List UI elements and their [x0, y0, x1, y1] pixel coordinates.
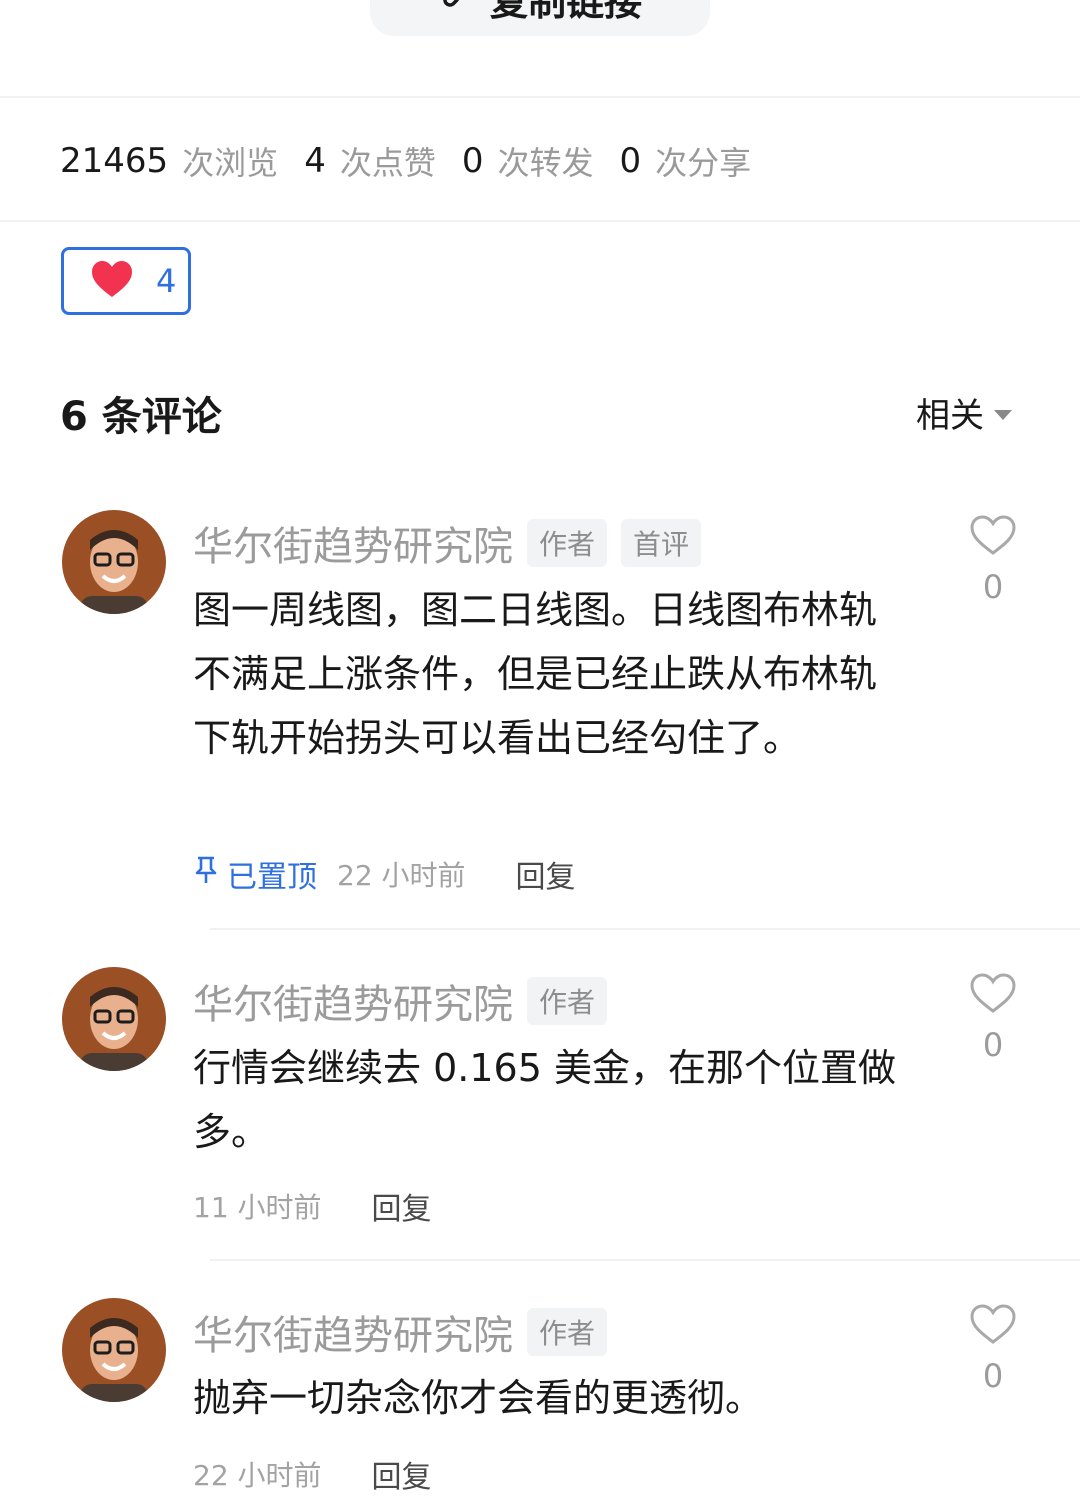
shares-count: 0 — [619, 141, 642, 181]
stats-bar: 21465 次浏览 4 次点赞 0 次转发 0 次分享 — [60, 136, 777, 186]
comment-meta: 11 小时前 回复 — [193, 1184, 432, 1228]
author-name[interactable]: 华尔街趋势研究院 — [193, 1303, 513, 1361]
first-comment-tag: 首评 — [621, 519, 702, 567]
comment-like-button[interactable]: 0 — [966, 972, 1020, 1064]
likes-count: 4 — [304, 141, 326, 181]
heart-outline-icon — [969, 1303, 1017, 1349]
comment-header: 华尔街趋势研究院 作者 首评 — [193, 514, 702, 572]
caret-down-icon — [994, 409, 1012, 420]
avatar[interactable] — [62, 510, 166, 614]
comment-time: 22 小时前 — [193, 1459, 322, 1492]
avatar[interactable] — [62, 967, 166, 1071]
comment-text: 行情会继续去 0.165 美金，在那个位置做多。 — [193, 1046, 896, 1154]
comment-header: 华尔街趋势研究院 作者 — [193, 1303, 608, 1361]
comment-divider — [210, 1259, 1080, 1261]
sort-label: 相关 — [916, 396, 984, 436]
sort-dropdown[interactable]: 相关 — [916, 388, 1012, 437]
comment-like-count: 0 — [982, 568, 1004, 606]
section-divider — [0, 220, 1080, 222]
comment-meta: 22 小时前 回复 — [193, 1452, 432, 1496]
comment-divider — [210, 928, 1080, 930]
comment-header: 华尔街趋势研究院 作者 — [193, 972, 608, 1030]
author-name[interactable]: 华尔街趋势研究院 — [193, 972, 513, 1030]
comment-text: 抛弃一切杂念你才会看的更透彻。 — [193, 1376, 764, 1420]
like-count: 4 — [156, 262, 177, 300]
comment-time: 22 小时前 — [337, 859, 466, 892]
pinned-label: 已置顶 — [227, 860, 317, 895]
views-count: 21465 — [60, 141, 169, 181]
comment-like-count: 0 — [982, 1026, 1004, 1064]
author-tag: 作者 — [527, 1308, 608, 1356]
comments-count-title: 6 条评论 — [60, 394, 222, 440]
pin-icon — [193, 855, 219, 893]
reposts-count: 0 — [461, 141, 484, 181]
section-divider — [0, 96, 1080, 98]
link-icon — [438, 0, 472, 20]
author-tag: 作者 — [527, 519, 608, 567]
comment-text: 图一周线图，图二日线图。日线图布林轨不满足上涨条件，但是已经止跌从布林轨下轨开始… — [193, 588, 878, 760]
heart-outline-icon — [969, 514, 1017, 560]
comment-meta: 已置顶 22 小时前 回复 — [193, 852, 576, 896]
reply-button[interactable]: 回复 — [372, 1452, 432, 1496]
reposts-label: 次转发 — [497, 144, 594, 182]
heart-outline-icon — [969, 972, 1017, 1018]
author-tag: 作者 — [527, 977, 608, 1025]
heart-icon — [90, 259, 134, 303]
reply-button[interactable]: 回复 — [372, 1184, 432, 1228]
shares-label: 次分享 — [655, 144, 752, 182]
avatar[interactable] — [62, 1298, 166, 1402]
author-name[interactable]: 华尔街趋势研究院 — [193, 514, 513, 572]
comment-like-button[interactable]: 0 — [966, 1303, 1020, 1395]
like-button[interactable]: 4 — [61, 247, 191, 315]
comment-like-count: 0 — [982, 1357, 1004, 1395]
copy-link-label: 复制链接 — [489, 0, 642, 24]
comment-like-button[interactable]: 0 — [966, 514, 1020, 606]
likes-label: 次点赞 — [339, 144, 436, 182]
views-label: 次浏览 — [182, 144, 279, 182]
pinned-badge: 已置顶 — [193, 852, 317, 896]
reply-button[interactable]: 回复 — [516, 852, 576, 896]
comment-time: 11 小时前 — [193, 1191, 322, 1224]
copy-link-button[interactable]: 复制链接 — [370, 0, 710, 36]
